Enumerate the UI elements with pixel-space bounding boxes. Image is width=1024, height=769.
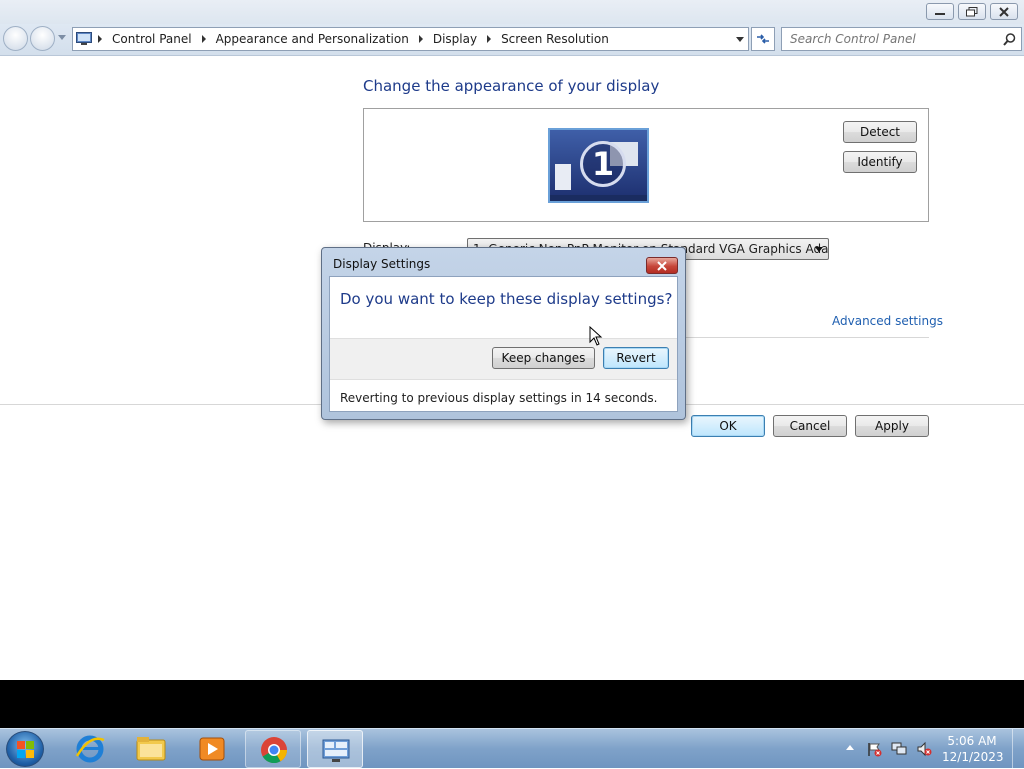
- screen-black-strip: [0, 680, 1024, 728]
- forward-button[interactable]: [30, 26, 55, 51]
- dialog-title: Display Settings: [333, 257, 431, 271]
- refresh-icon: [757, 34, 769, 44]
- chrome-icon: [261, 737, 288, 764]
- start-button[interactable]: [6, 731, 44, 767]
- control-panel-icon: [322, 739, 350, 762]
- advanced-settings-link[interactable]: Advanced settings: [832, 314, 943, 328]
- clock-time: 5:06 AM: [947, 734, 997, 748]
- restore-icon: [966, 7, 978, 17]
- media-player-icon: [199, 737, 225, 761]
- display-settings-dialog: Display Settings Do you want to keep the…: [321, 247, 686, 420]
- network-icon[interactable]: [891, 741, 907, 757]
- internet-explorer-icon: [75, 735, 105, 763]
- close-window-button[interactable]: [990, 3, 1018, 20]
- monitor-taskbar-graphic: [550, 195, 647, 201]
- breadcrumb-separator-icon: [418, 35, 423, 43]
- file-explorer-icon: [136, 737, 166, 761]
- window-titlebar: [0, 0, 1024, 24]
- address-dropdown-icon[interactable]: [736, 37, 744, 42]
- breadcrumb-screen-resolution[interactable]: Screen Resolution: [497, 32, 613, 46]
- dialog-close-button[interactable]: [646, 257, 678, 274]
- search-input[interactable]: [788, 29, 998, 49]
- refresh-button[interactable]: [751, 27, 775, 51]
- show-desktop-button[interactable]: [1012, 729, 1024, 769]
- control-panel-icon: [76, 32, 92, 45]
- clock-date: 12/1/2023: [942, 750, 1004, 764]
- breadcrumb-separator-icon: [201, 35, 206, 43]
- mouse-cursor-icon: [589, 326, 603, 346]
- monitor-1-thumbnail[interactable]: 1: [548, 128, 649, 203]
- restore-button[interactable]: [958, 3, 986, 20]
- minimize-icon: [935, 13, 945, 15]
- dialog-body: Do you want to keep these display settin…: [329, 276, 678, 412]
- dialog-countdown-text: Reverting to previous display settings i…: [340, 391, 658, 405]
- breadcrumb-separator-icon: [487, 35, 492, 43]
- volume-muted-icon[interactable]: [916, 741, 932, 757]
- identify-button[interactable]: Identify: [843, 151, 917, 173]
- keep-changes-button[interactable]: Keep changes: [492, 347, 595, 369]
- back-button[interactable]: [3, 26, 28, 51]
- cancel-button[interactable]: Cancel: [773, 415, 847, 437]
- close-icon: [657, 260, 667, 271]
- show-hidden-icons-button[interactable]: [846, 745, 854, 750]
- recent-pages-chevron-icon[interactable]: [58, 35, 66, 41]
- taskbar: 5:06 AM 12/1/2023: [0, 728, 1024, 769]
- navigation-bar: Control Panel Appearance and Personaliza…: [0, 24, 1024, 56]
- divider: [680, 337, 929, 338]
- revert-button[interactable]: Revert: [603, 347, 669, 369]
- apply-button[interactable]: Apply: [855, 415, 929, 437]
- taskbar-media-player[interactable]: [184, 730, 240, 768]
- detect-button[interactable]: Detect: [843, 121, 917, 143]
- breadcrumb-control-panel[interactable]: Control Panel: [108, 32, 196, 46]
- taskbar-control-panel[interactable]: [307, 730, 363, 768]
- breadcrumb-separator-icon: [98, 35, 102, 43]
- windows-logo-icon: [17, 741, 34, 758]
- breadcrumb-appearance[interactable]: Appearance and Personalization: [212, 32, 413, 46]
- breadcrumb-display[interactable]: Display: [429, 32, 481, 46]
- dialog-button-bar: Keep changes Revert: [330, 338, 677, 380]
- ok-button[interactable]: OK: [691, 415, 765, 437]
- chevron-down-icon: [815, 247, 823, 252]
- action-center-flag-icon[interactable]: [866, 741, 882, 757]
- minimize-button[interactable]: [926, 3, 954, 20]
- search-box[interactable]: [781, 27, 1022, 51]
- taskbar-clock[interactable]: 5:06 AM 12/1/2023: [942, 733, 1004, 765]
- taskbar-file-explorer[interactable]: [123, 730, 179, 768]
- search-icon[interactable]: [1003, 33, 1016, 46]
- monitor-number: 1: [580, 141, 626, 187]
- taskbar-internet-explorer[interactable]: [62, 730, 118, 768]
- monitor-arrangement-panel: 1 Detect Identify: [363, 108, 929, 222]
- close-icon: [999, 7, 1009, 17]
- dialog-question: Do you want to keep these display settin…: [340, 290, 673, 308]
- address-bar[interactable]: Control Panel Appearance and Personaliza…: [72, 27, 749, 51]
- taskbar-chrome[interactable]: [245, 730, 301, 768]
- page-title: Change the appearance of your display: [363, 77, 660, 95]
- monitor-window-graphic: [555, 164, 571, 190]
